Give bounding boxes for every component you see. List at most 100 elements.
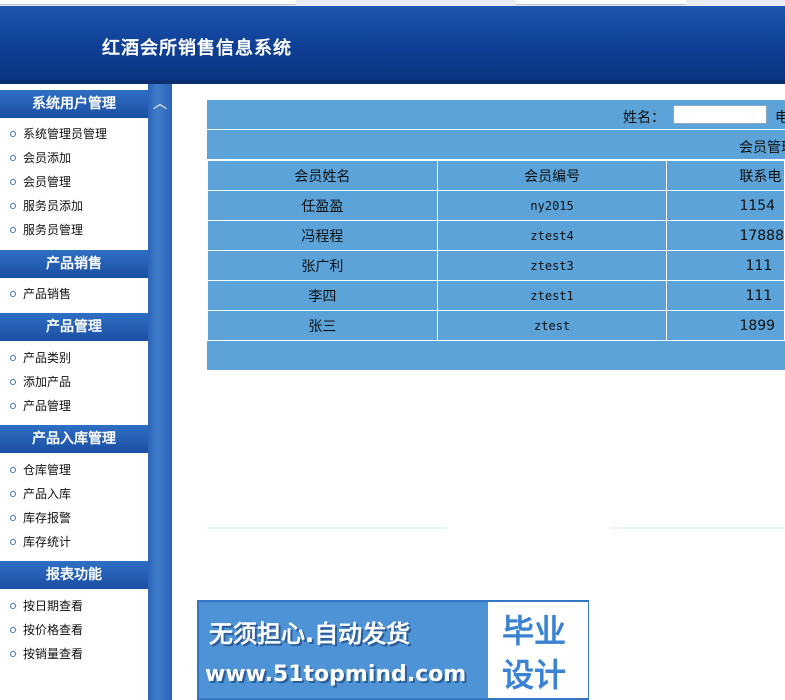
cell-member-id: ztest4 [436,220,668,251]
sidebar-item-label: 会员添加 [23,151,72,165]
bullet-icon [10,651,16,657]
cell-member-name: 李四 [207,280,438,311]
sidebar-group-reports[interactable]: 报表功能 [0,561,148,589]
watermark-banner: 无须担心.自动发货 www.51topmind.com 毕业 设计 [197,600,589,700]
search-name-label: 姓名： [623,110,665,126]
app-header: 红酒会所销售信息系统 [0,6,785,81]
top-field-left [0,0,296,5]
sidebar-item-label: 产品入库 [23,487,72,501]
sidebar-splitter[interactable] [148,84,172,700]
collapse-sidebar-icon[interactable]: ︿ [152,96,168,112]
sidebar-item-label: 服务员添加 [23,199,84,213]
cell-member-phone: 111 [666,250,785,281]
sidebar-item-add-member[interactable]: 会员添加 [0,146,148,170]
banner-badge: 毕业 设计 [488,602,588,698]
sidebar-group-product-management-items: 产品类别 添加产品 产品管理 [0,346,148,418]
bullet-icon [10,627,16,633]
cell-member-phone: 1899 [666,310,785,341]
cell-member-name: 冯程程 [207,220,438,251]
bullet-icon [10,403,16,409]
sidebar-item-stock-alert[interactable]: 库存报警 [0,506,148,530]
sidebar-item-view-by-sales[interactable]: 按销量查看 [0,642,148,666]
table-row: 李四 ztest1 111 [207,280,785,311]
bullet-icon [10,379,16,385]
sidebar-item-add-product[interactable]: 添加产品 [0,370,148,394]
sidebar-item-label: 按销量查看 [23,647,84,661]
sidebar-item-product-stock-in[interactable]: 产品入库 [0,482,148,506]
search-name-input[interactable] [673,105,767,124]
sidebar-item-label: 按价格查看 [23,623,84,637]
sidebar-item-product-sales[interactable]: 产品销售 [0,282,148,306]
top-field-right [516,0,686,5]
sidebar-item-label: 服务员管理 [23,223,84,237]
bullet-icon [10,203,16,209]
sidebar-item-admin-management[interactable]: 系统管理员管理 [0,122,148,146]
divider [612,527,785,529]
sidebar-group-product-sales-items: 产品销售 [0,282,148,306]
cell-member-phone: 17888 [666,220,785,251]
sidebar-item-view-by-date[interactable]: 按日期查看 [0,594,148,618]
sidebar-item-label: 添加产品 [23,375,72,389]
table-row: 张三 ztest 1899 [207,310,785,341]
cell-member-id: ztest3 [436,250,668,281]
sidebar-item-product-category[interactable]: 产品类别 [0,346,148,370]
sidebar-item-label: 产品管理 [23,399,72,413]
sidebar-item-label: 库存统计 [23,535,72,549]
sidebar-item-label: 系统管理员管理 [23,127,108,141]
table-header-row: 会员姓名 会员编号 联系电 [207,160,785,191]
bullet-icon [10,355,16,361]
cell-member-id: ztest [436,310,668,341]
sidebar-item-member-management[interactable]: 会员管理 [0,170,148,194]
sidebar-item-waiter-management[interactable]: 服务员管理 [0,218,148,242]
bullet-icon [10,539,16,545]
cell-member-id: ny2015 [436,190,668,221]
banner-badge-line1: 毕业 [502,612,567,650]
sidebar-group-stock-in[interactable]: 产品入库管理 [0,425,148,453]
column-header-name: 会员姓名 [207,160,438,191]
search-row: 姓名： 电 [207,100,785,130]
bullet-icon [10,491,16,497]
sidebar: 系统用户管理 系统管理员管理 会员添加 会员管理 服务员添加 服务员管理 产品销… [0,84,156,700]
sidebar-item-view-by-price[interactable]: 按价格查看 [0,618,148,642]
bullet-icon [10,467,16,473]
sidebar-item-stock-statistics[interactable]: 库存统计 [0,530,148,554]
bullet-icon [10,179,16,185]
sidebar-item-add-waiter[interactable]: 服务员添加 [0,194,148,218]
bullet-icon [10,515,16,521]
table-caption-row: 会员管理 [207,130,785,160]
divider [207,527,447,529]
banner-slogan: 无须担心.自动发货 [209,620,411,648]
sidebar-item-product-management[interactable]: 产品管理 [0,394,148,418]
banner-url: www.51topmind.com [205,662,467,687]
member-management-panel: 姓名： 电 会员管理 会员姓名 会员编号 联系电 任盈盈 ny2015 1154… [207,100,785,370]
sidebar-item-label: 会员管理 [23,175,72,189]
column-header-phone: 联系电 [666,160,785,191]
sidebar-group-product-management[interactable]: 产品管理 [0,313,148,341]
table-row: 张广利 ztest3 111 [207,250,785,281]
cell-member-phone: 1154 [666,190,785,221]
sidebar-item-label: 产品类别 [23,351,72,365]
table-row: 冯程程 ztest4 17888 [207,220,785,251]
cell-member-name: 张广利 [207,250,438,281]
cell-member-phone: 111 [666,280,785,311]
sidebar-item-label: 按日期查看 [23,599,84,613]
sidebar-group-system-users[interactable]: 系统用户管理 [0,90,148,118]
sidebar-group-product-sales[interactable]: 产品销售 [0,250,148,278]
cell-member-name: 张三 [207,310,438,341]
sidebar-item-label: 产品销售 [23,287,72,301]
cell-member-name: 任盈盈 [207,190,438,221]
bullet-icon [10,227,16,233]
bullet-icon [10,603,16,609]
sidebar-item-label: 库存报警 [23,511,72,525]
banner-badge-line2: 设计 [502,656,567,694]
sidebar-item-warehouse-management[interactable]: 仓库管理 [0,458,148,482]
sidebar-group-reports-items: 按日期查看 按价格查看 按销量查看 [0,594,148,666]
member-table: 会员姓名 会员编号 联系电 任盈盈 ny2015 1154 冯程程 ztest4… [207,160,785,341]
sidebar-item-label: 仓库管理 [23,463,72,477]
search-phone-label: 电 [775,110,785,126]
cell-member-id: ztest1 [436,280,668,311]
bullet-icon [10,131,16,137]
app-title: 红酒会所销售信息系统 [102,38,292,59]
table-row: 任盈盈 ny2015 1154 [207,190,785,221]
sidebar-group-stock-in-items: 仓库管理 产品入库 库存报警 库存统计 [0,458,148,554]
